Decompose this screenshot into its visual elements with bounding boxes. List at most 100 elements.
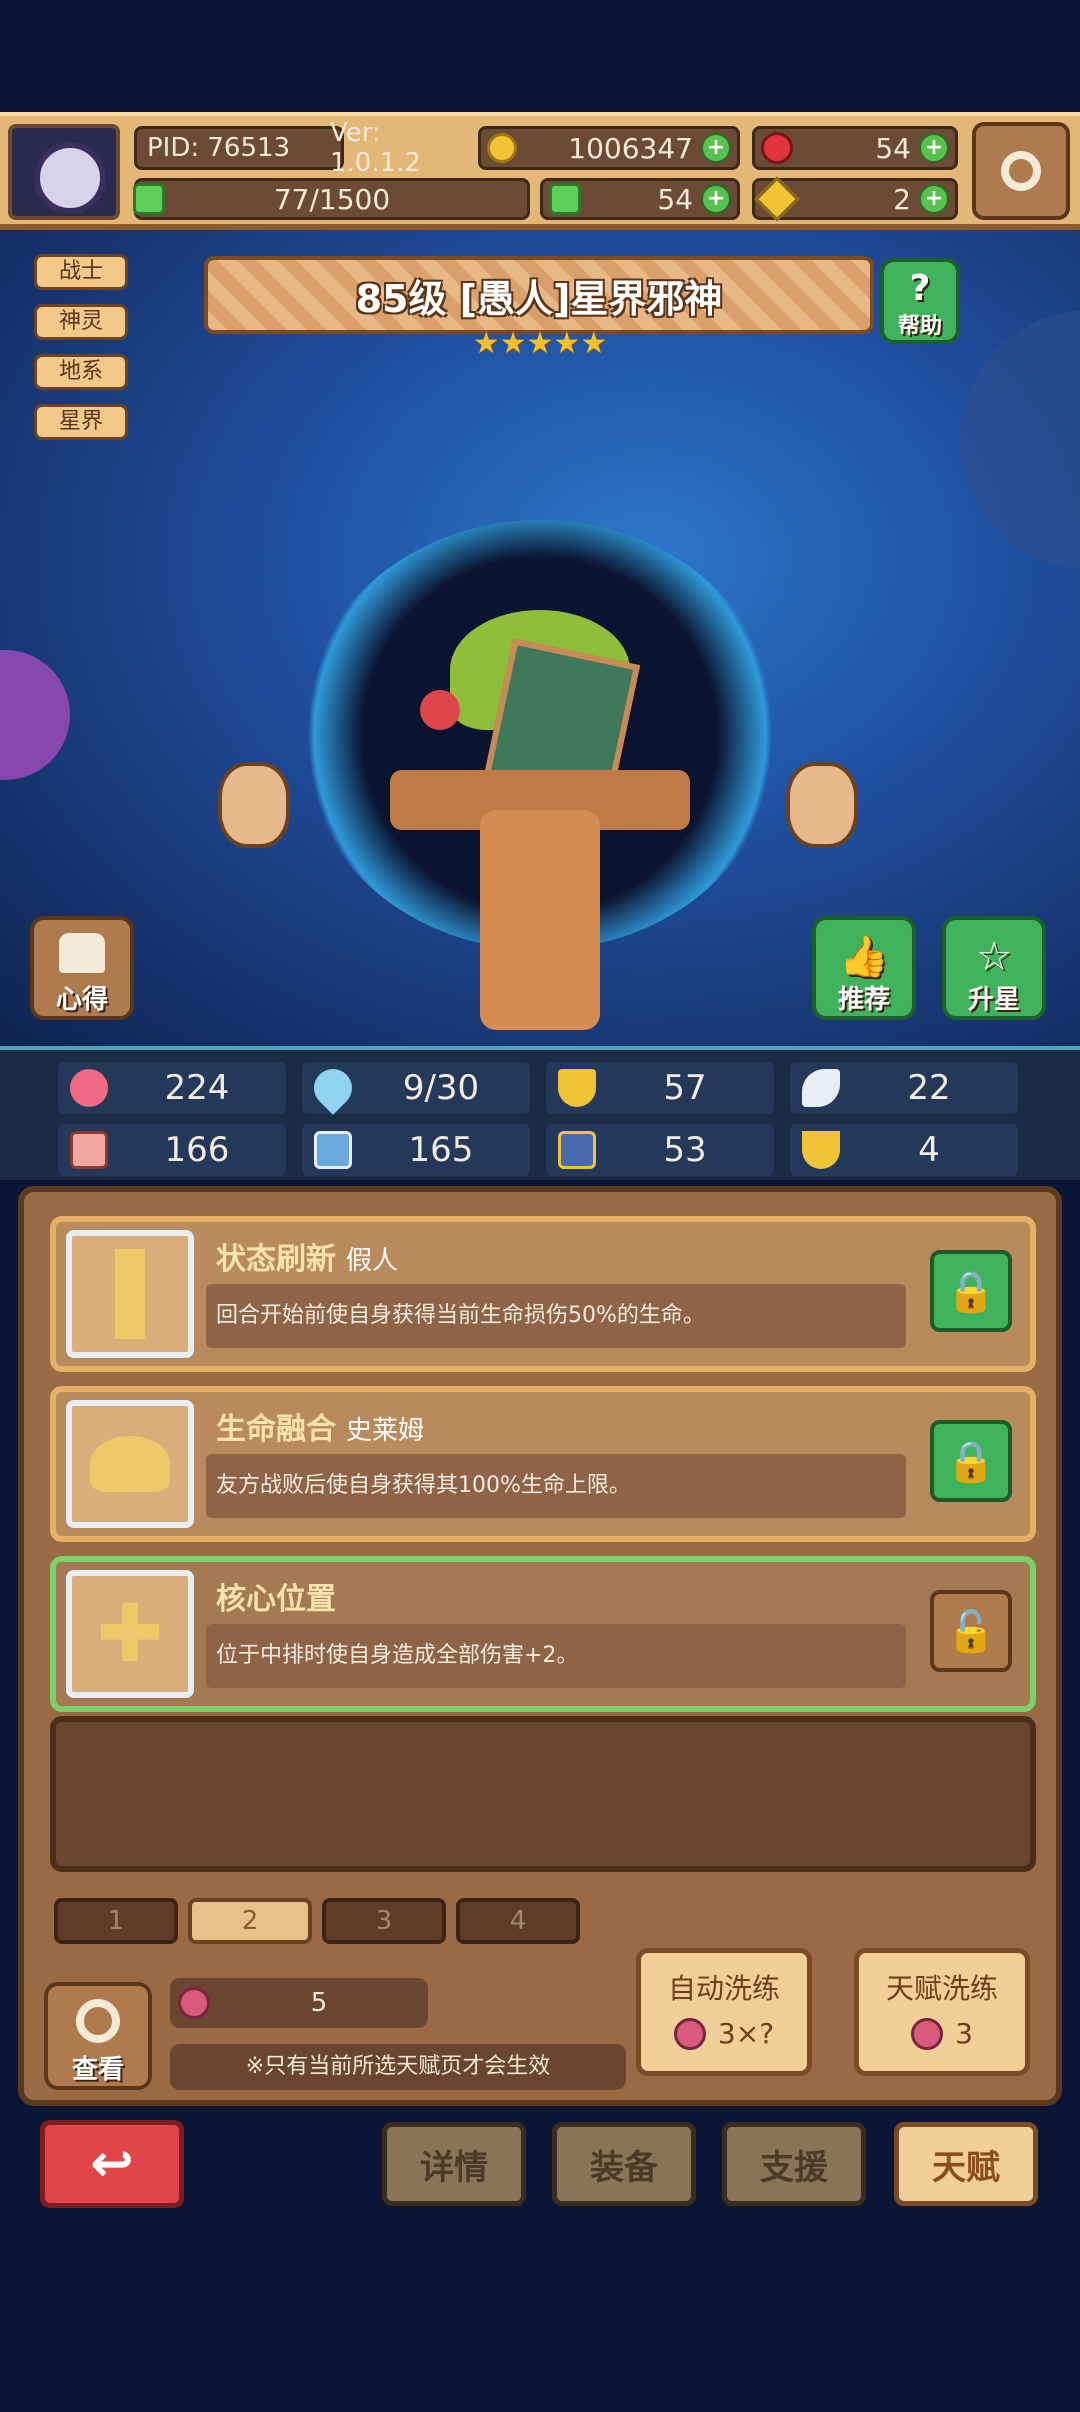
tag-astral[interactable]: 星界 bbox=[34, 404, 128, 440]
talent-description: 回合开始前使自身获得当前生命损伤50%的生命。 bbox=[206, 1284, 906, 1348]
planet-right bbox=[960, 310, 1080, 570]
talent-tab[interactable]: 天赋 bbox=[894, 2122, 1038, 2206]
talent-slot-empty bbox=[50, 1716, 1036, 1872]
talent-slot-3[interactable]: ✚ 核心位置 位于中排时使自身造成全部伤害+2。 🔓 bbox=[50, 1556, 1036, 1712]
talent-description: 位于中排时使自身造成全部伤害+2。 bbox=[206, 1624, 906, 1688]
talent-source: 假人 bbox=[346, 1246, 399, 1276]
question-icon: ? bbox=[909, 268, 931, 309]
lock-icon[interactable]: 🔒 bbox=[930, 1250, 1012, 1332]
version-label: Ver: 1.0.1.2 bbox=[330, 118, 421, 178]
hero-title-banner: 85级 [愚人]星界邪神 bbox=[204, 256, 874, 334]
next-hero-arrow[interactable] bbox=[786, 762, 858, 848]
auto-wash-button[interactable]: 自动洗练 3×? bbox=[636, 1948, 812, 2076]
fruit-icon bbox=[673, 2017, 706, 2050]
return-arrow-icon: ↩ bbox=[90, 2134, 134, 2194]
ruby-amount: 54 bbox=[875, 131, 911, 165]
gold-counter: 1006347 + bbox=[478, 126, 740, 170]
auto-wash-cost: 3×? bbox=[717, 2017, 775, 2050]
lock-icon[interactable]: 🔒 bbox=[930, 1420, 1012, 1502]
stat-mana: 9/30 bbox=[302, 1061, 530, 1115]
back-button[interactable]: ↩ bbox=[40, 2120, 184, 2208]
talent-page-notice: ※只有当前所选天赋页才会生效 bbox=[170, 2044, 626, 2090]
shield-icon bbox=[558, 1069, 596, 1107]
scroll-icon bbox=[558, 1131, 596, 1169]
book-icon bbox=[314, 1131, 352, 1169]
talent-source: 史莱姆 bbox=[346, 1416, 425, 1446]
add-gold-icon[interactable]: + bbox=[701, 133, 731, 163]
talent-page-tab-1[interactable]: 1 bbox=[54, 1898, 178, 1944]
stat-defense-value: 57 bbox=[663, 1068, 707, 1108]
tag-earth[interactable]: 地系 bbox=[34, 354, 128, 390]
recommend-button[interactable]: 👍 推荐 bbox=[812, 916, 916, 1020]
details-tab[interactable]: 详情 bbox=[382, 2122, 526, 2206]
ruby-counter: 54 + bbox=[752, 126, 958, 170]
talent-wash-label: 天赋洗练 bbox=[885, 1972, 998, 2005]
stat-luck-value: 4 bbox=[918, 1130, 940, 1170]
clover-counter: 54 + bbox=[540, 178, 740, 220]
tag-deity[interactable]: 神灵 bbox=[34, 304, 128, 340]
add-ruby-icon[interactable]: + bbox=[919, 133, 949, 163]
tag-warrior[interactable]: 战士 bbox=[34, 254, 128, 290]
insight-button[interactable]: 心得 bbox=[30, 916, 134, 1020]
wing-icon bbox=[802, 1069, 840, 1107]
energy-amount: 77/1500 bbox=[273, 182, 391, 216]
player-avatar[interactable] bbox=[8, 124, 120, 220]
add-key-icon[interactable]: + bbox=[919, 184, 949, 214]
planet-left bbox=[0, 650, 70, 780]
core-cross-icon: ✚ bbox=[66, 1570, 194, 1698]
unlock-icon[interactable]: 🔓 bbox=[930, 1590, 1012, 1672]
ruby-icon bbox=[761, 132, 793, 164]
talent-slot-1[interactable]: 状态刷新 假人 回合开始前使自身获得当前生命损伤50%的生命。 🔒 bbox=[50, 1216, 1036, 1372]
stat-magic: 165 bbox=[302, 1124, 530, 1176]
clover-icon bbox=[549, 183, 581, 215]
prev-hero-arrow[interactable] bbox=[218, 762, 290, 848]
help-button[interactable]: ? 帮助 bbox=[880, 258, 960, 344]
fruit-icon bbox=[911, 2017, 944, 2050]
thumbs-up-icon: 👍 bbox=[839, 934, 889, 980]
stat-hp-value: 224 bbox=[164, 1068, 230, 1108]
stat-defense: 57 bbox=[546, 1062, 774, 1114]
talent-page-tab-2[interactable]: 2 bbox=[188, 1898, 312, 1944]
settings-button[interactable] bbox=[972, 122, 1070, 220]
help-label: 帮助 bbox=[897, 314, 942, 339]
star-up-label: 升星 bbox=[967, 985, 1020, 1015]
key-amount: 2 bbox=[893, 182, 911, 216]
star-icon: ☆ bbox=[976, 934, 1012, 980]
hero-star-rating: ★★★★★ bbox=[472, 326, 608, 361]
talent-page-tab-3[interactable]: 3 bbox=[322, 1898, 446, 1944]
view-button[interactable]: 查看 bbox=[44, 1982, 152, 2090]
stat-hp: 224 bbox=[58, 1062, 286, 1114]
magnifier-icon bbox=[76, 1999, 120, 2043]
stat-magic-value: 165 bbox=[408, 1130, 474, 1170]
talent-name: 生命融合 bbox=[216, 1412, 336, 1447]
pid-label: PID: 76513 bbox=[134, 126, 344, 170]
gold-amount: 1006347 bbox=[568, 131, 693, 165]
stat-speed-value: 22 bbox=[907, 1068, 951, 1108]
stat-attack: 166 bbox=[58, 1124, 286, 1176]
energy-clover-icon bbox=[133, 183, 165, 215]
energy-bar: 77/1500 bbox=[133, 178, 530, 220]
insight-label: 心得 bbox=[55, 985, 108, 1015]
talent-wash-cost: 3 bbox=[955, 2017, 973, 2050]
stat-luck: 4 bbox=[790, 1124, 1018, 1176]
talent-slot-2[interactable]: 生命融合 史莱姆 友方战败后使自身获得其100%生命上限。 🔒 bbox=[50, 1386, 1036, 1542]
star-up-button[interactable]: ☆ 升星 bbox=[942, 916, 1046, 1020]
add-clover-icon[interactable]: + bbox=[701, 184, 731, 214]
key-counter: 2 + bbox=[752, 176, 958, 222]
hero-title: 85级 [愚人]星界邪神 bbox=[355, 276, 723, 321]
clover-amount: 54 bbox=[657, 182, 693, 216]
auto-wash-label: 自动洗练 bbox=[667, 1972, 780, 2005]
horseshoe-icon bbox=[802, 1131, 840, 1169]
talent-page-tab-4[interactable]: 4 bbox=[456, 1898, 580, 1944]
view-label: 查看 bbox=[71, 2055, 124, 2085]
gold-coin-icon bbox=[487, 133, 517, 163]
support-tab[interactable]: 支援 bbox=[722, 2122, 866, 2206]
fist-icon bbox=[70, 1131, 108, 1169]
key-icon bbox=[754, 176, 800, 222]
talent-name: 核心位置 bbox=[216, 1582, 336, 1617]
gear-icon bbox=[1001, 151, 1041, 191]
equip-tab[interactable]: 装备 bbox=[552, 2122, 696, 2206]
stat-resist-value: 53 bbox=[663, 1130, 707, 1170]
talent-wash-button[interactable]: 天赋洗练 3 bbox=[854, 1948, 1030, 2076]
recommend-label: 推荐 bbox=[837, 985, 890, 1015]
